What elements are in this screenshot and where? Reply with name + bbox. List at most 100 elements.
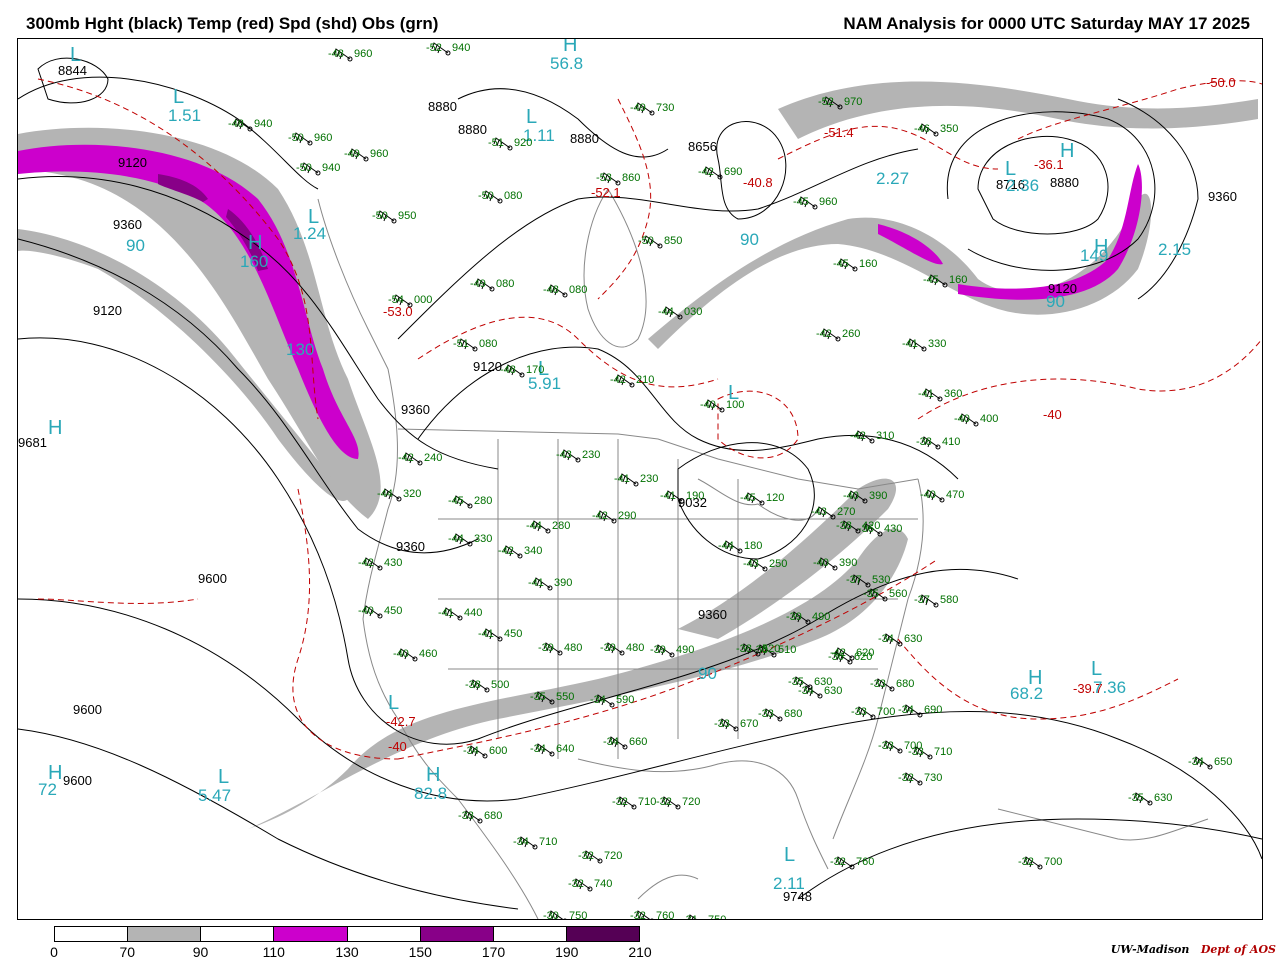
station-obs: -45 120 [740, 492, 784, 506]
temp-label: -50.0 [1206, 75, 1236, 90]
obs-height: 640 [556, 743, 574, 755]
obs-temp: -42 [698, 166, 714, 178]
station-obs: -34 650 [1188, 756, 1232, 770]
station-obs: -32 760 [630, 910, 674, 924]
obs-height: 670 [740, 718, 758, 730]
obs-temp: -40 [954, 413, 970, 425]
obs-temp: -32 [612, 796, 628, 808]
obs-height: 750 [569, 910, 587, 919]
obs-temp: -43 [556, 449, 572, 461]
obs-temp: -34 [530, 743, 546, 755]
station-obs: -37 580 [914, 594, 958, 608]
obs-temp: -35 [788, 676, 804, 688]
obs-temp: -48 [228, 118, 244, 130]
obs-height: 000 [414, 294, 432, 306]
obs-temp: -34 [463, 745, 479, 757]
obs-temp: -33 [870, 678, 886, 690]
obs-height: 650 [1214, 756, 1232, 768]
obs-height: 190 [686, 490, 704, 502]
obs-height: 360 [944, 388, 962, 400]
station-obs: -40 400 [954, 413, 998, 427]
obs-temp: -36 [828, 651, 844, 663]
obs-temp: -41 [918, 388, 934, 400]
obs-temp: -41 [902, 338, 918, 350]
obs-temp: -54 [388, 294, 404, 306]
obs-height: 240 [424, 452, 442, 464]
station-obs: -44 320 [377, 488, 421, 502]
obs-height: 920 [514, 137, 532, 149]
speed-scale-segment [55, 927, 129, 941]
obs-height: 760 [656, 910, 674, 919]
obs-height: 680 [896, 678, 914, 690]
obs-height: 390 [839, 557, 857, 569]
obs-temp: -50 [372, 210, 388, 222]
station-obs: -32 730 [898, 772, 942, 786]
obs-temp: -45 [740, 492, 756, 504]
map-canvas: 88449120936088808880888086568716 88809120… [17, 34, 1263, 928]
chart-title-left: 300mb Hght (black) Temp (red) Spd (shd) … [26, 14, 439, 33]
obs-temp: -48 [543, 284, 559, 296]
temp-label: -40 [388, 739, 407, 754]
obs-height: 740 [594, 878, 612, 890]
speed-scale-tick: 90 [192, 944, 209, 960]
speed-label: 2.11 [773, 874, 805, 893]
height-label: 9120 [118, 155, 147, 170]
obs-height: 390 [869, 490, 887, 502]
height-label: 8656 [688, 139, 717, 154]
obs-height: 950 [398, 210, 416, 222]
obs-temp: -50 [288, 132, 304, 144]
obs-height: 310 [876, 430, 894, 442]
station-obs: -33 710 [908, 746, 952, 760]
obs-height: 160 [949, 274, 967, 286]
obs-temp: -42 [358, 557, 374, 569]
obs-temp: -50 [478, 190, 494, 202]
obs-temp: -49 [630, 102, 646, 114]
obs-temp: -45 [448, 495, 464, 507]
station-obs: -48 170 [500, 364, 544, 378]
station-obs: -42 340 [498, 545, 542, 559]
speed-scale-tick: 70 [119, 944, 136, 960]
obs-height: 100 [726, 399, 744, 411]
obs-height: 280 [552, 520, 570, 532]
obs-height: 860 [622, 172, 640, 184]
obs-height: 530 [872, 574, 890, 586]
station-obs: -49 730 [630, 102, 674, 116]
speed-color-scale [54, 926, 640, 942]
obs-temp: -41 [614, 473, 630, 485]
obs-temp: -34 [878, 633, 894, 645]
obs-temp: -46 [914, 123, 930, 135]
obs-height: 940 [254, 118, 272, 130]
obs-temp: -42 [498, 545, 514, 557]
speed-scale-tick: 110 [262, 944, 285, 960]
obs-height: 440 [464, 607, 482, 619]
high-pressure-marker: H [1028, 667, 1042, 689]
obs-height: 700 [877, 706, 895, 718]
station-obs: -34 690 [898, 704, 942, 718]
station-obs: -44 280 [526, 520, 570, 534]
station-obs: -45 960 [793, 196, 837, 210]
obs-temp: -38 [916, 436, 932, 448]
station-obs: -43 230 [556, 449, 600, 463]
station-obs: -41 440 [438, 607, 482, 621]
obs-height: 940 [322, 162, 340, 174]
obs-height: 120 [766, 492, 784, 504]
speed-label: 5.47 [198, 786, 231, 805]
station-obs: -41 360 [918, 388, 962, 402]
station-obs: -39 480 [600, 642, 644, 656]
obs-height: 450 [504, 628, 522, 640]
high-pressure-marker: H [1060, 140, 1074, 162]
low-pressure-marker: L [526, 106, 537, 128]
obs-temp: -35 [530, 691, 546, 703]
obs-height: 710 [934, 746, 952, 758]
obs-height: 080 [504, 190, 522, 202]
obs-temp: -31 [682, 914, 698, 919]
station-obs: -40 390 [813, 557, 857, 571]
obs-height: 940 [452, 42, 470, 54]
obs-height: 710 [539, 836, 557, 848]
obs-height: 180 [744, 540, 762, 552]
obs-height: 630 [1154, 792, 1172, 804]
weather-map: 8844 9120 9360 8880 8880 8880 8656 8716 8880 9120… [17, 34, 1263, 928]
obs-temp: -41 [528, 577, 544, 589]
obs-height: 230 [582, 449, 600, 461]
station-obs: -30 750 [543, 910, 587, 924]
